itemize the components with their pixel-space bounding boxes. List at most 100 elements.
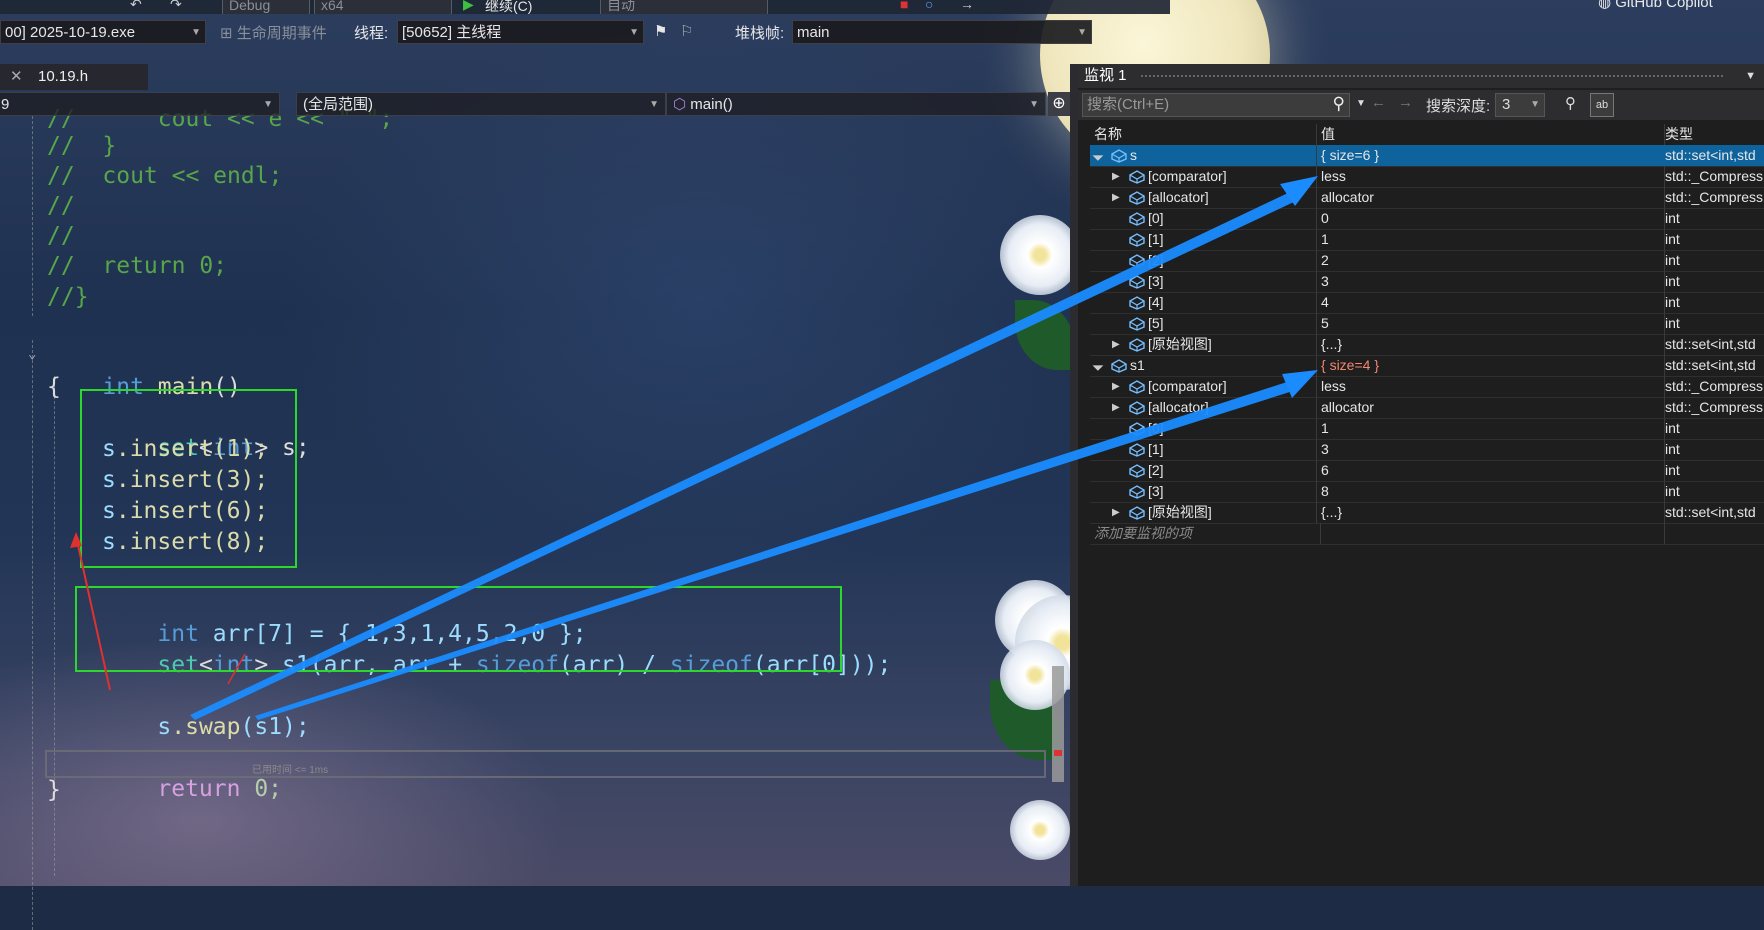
watch-cell-name[interactable]: ▶ [原始视图]	[1090, 502, 1317, 523]
watch-cell-name[interactable]: [1]	[1090, 439, 1317, 460]
lifecycle-events-label[interactable]: ⊞ 生命周期事件	[220, 22, 327, 43]
continue-button[interactable]: 继续(C)	[485, 0, 532, 14]
expand-arrow-icon[interactable]: ▶	[1112, 187, 1120, 208]
watch-cell-name[interactable]: ▶ [comparator]	[1090, 166, 1317, 187]
watch-row[interactable]: [2] 2 int	[1090, 250, 1764, 272]
watch-row[interactable]: ▶ [comparator] less std::_Compress	[1090, 376, 1764, 398]
play-icon[interactable]: ▶	[463, 0, 474, 13]
watch-cell-name[interactable]: ◢ s	[1090, 145, 1317, 166]
watch-row[interactable]: [5] 5 int	[1090, 313, 1764, 335]
watch-cell-value[interactable]: {...}	[1317, 334, 1665, 355]
watch-cell-name[interactable]: ▶ [allocator]	[1090, 397, 1317, 418]
add-watch-input[interactable]: 添加要监视的项	[1090, 523, 1321, 544]
watch-cell-name[interactable]: ▶ [comparator]	[1090, 376, 1317, 397]
scope-dropdown[interactable]: (全局范围) ▼	[296, 92, 666, 116]
watch-cell-name[interactable]: [3]	[1090, 481, 1317, 502]
watch-row[interactable]: [1] 1 int	[1090, 229, 1764, 251]
redo-icon[interactable]: ↷	[170, 0, 182, 13]
close-icon[interactable]: ✕	[10, 64, 23, 90]
hex-display-icon[interactable]: ab	[1590, 93, 1614, 117]
watch-cell-value[interactable]: 2	[1317, 250, 1665, 271]
watch-cell-value[interactable]: {...}	[1317, 502, 1665, 523]
watch-cell-name[interactable]: ▶ [原始视图]	[1090, 334, 1317, 355]
tab-10-19-h[interactable]: ✕ 10.19.h	[0, 64, 148, 90]
watch-cell-value[interactable]: allocator	[1317, 397, 1665, 418]
watch-cell-value[interactable]: 4	[1317, 292, 1665, 313]
flag-threads-icon[interactable]: ⚐	[680, 22, 693, 40]
pin-icon[interactable]: ⚲	[1565, 94, 1576, 112]
config-dropdown[interactable]: Debug	[222, 0, 310, 14]
watch-row[interactable]: [4] 4 int	[1090, 292, 1764, 314]
watch-row[interactable]: [2] 6 int	[1090, 460, 1764, 482]
watch-cell-name[interactable]: [3]	[1090, 271, 1317, 292]
watch-cell-value[interactable]: { size=6 }	[1317, 145, 1665, 166]
add-watch-row[interactable]: 添加要监视的项	[1090, 523, 1764, 545]
watch-row[interactable]: [0] 1 int	[1090, 418, 1764, 440]
watch-cell-value[interactable]: 1	[1317, 229, 1665, 250]
watch-cell-name[interactable]: ◢ s1	[1090, 355, 1317, 376]
stop-icon[interactable]: ■	[900, 0, 908, 12]
platform-dropdown[interactable]: x64	[314, 0, 452, 14]
watch-cell-value[interactable]: 1	[1317, 418, 1665, 439]
watch-row[interactable]: ▶ [allocator] allocator std::_Compress	[1090, 397, 1764, 419]
window-menu-icon[interactable]: ▼	[1745, 64, 1756, 88]
collapse-icon[interactable]: ⌄	[28, 346, 36, 362]
expand-arrow-icon[interactable]: ▶	[1112, 376, 1120, 397]
watch-cell-value[interactable]: { size=4 }	[1317, 355, 1665, 376]
watch-row[interactable]: [3] 3 int	[1090, 271, 1764, 293]
watch-cell-value[interactable]: allocator	[1317, 187, 1665, 208]
function-dropdown[interactable]: ⬡ main() ▼	[666, 92, 1046, 116]
auto-dropdown[interactable]: 自动	[600, 0, 768, 14]
collapse-arrow-icon[interactable]: ◢	[1090, 355, 1108, 375]
watch-row[interactable]: ▶ [原始视图] {...} std::set<int,std	[1090, 502, 1764, 524]
column-header-value[interactable]: 值	[1317, 124, 1665, 145]
watch-cell-value[interactable]: 3	[1317, 439, 1665, 460]
split-editor-icon[interactable]: ⊕	[1048, 92, 1070, 116]
watch-cell-value[interactable]: 0	[1317, 208, 1665, 229]
process-dropdown[interactable]: 00] 2025-10-19.exe ▼	[0, 20, 206, 44]
watch-cell-name[interactable]: [2]	[1090, 250, 1317, 271]
search-icon[interactable]: ⚲	[1333, 93, 1345, 115]
watch-row[interactable]: ▶ [原始视图] {...} std::set<int,std	[1090, 334, 1764, 356]
step-over-icon[interactable]: →	[960, 0, 974, 12]
watch-cell-name[interactable]: ▶ [allocator]	[1090, 187, 1317, 208]
watch-cell-value[interactable]: 6	[1317, 460, 1665, 481]
watch-row[interactable]: ◢ s1{ size=4 } std::set<int,std	[1090, 355, 1764, 377]
column-header-type[interactable]: 类型	[1661, 124, 1764, 145]
watch-cell-value[interactable]: 8	[1317, 481, 1665, 502]
watch-cell-name[interactable]: [5]	[1090, 313, 1317, 334]
watch-row[interactable]: [1] 3 int	[1090, 439, 1764, 461]
watch-cell-value[interactable]: less	[1317, 376, 1665, 397]
watch-cell-value[interactable]: 5	[1317, 313, 1665, 334]
watch-cell-value[interactable]: less	[1317, 166, 1665, 187]
watch-cell-name[interactable]: [2]	[1090, 460, 1317, 481]
forward-arrow-icon[interactable]: →	[1398, 94, 1413, 111]
search-options-icon[interactable]: ▼	[1356, 98, 1366, 109]
watch-row[interactable]: ◢ s{ size=6 } std::set<int,std	[1090, 145, 1764, 167]
watch-cell-name[interactable]: [4]	[1090, 292, 1317, 313]
expand-arrow-icon[interactable]: ▶	[1112, 397, 1120, 418]
undo-icon[interactable]: ↶	[130, 0, 142, 13]
collapse-arrow-icon[interactable]: ◢	[1090, 145, 1108, 165]
search-depth-dropdown[interactable]: 3 ▼	[1495, 93, 1545, 117]
watch-cell-name[interactable]: [0]	[1090, 418, 1317, 439]
watch-cell-name[interactable]: [1]	[1090, 229, 1317, 250]
back-arrow-icon[interactable]: ←	[1371, 94, 1386, 111]
stack-frame-dropdown[interactable]: main ▼	[792, 20, 1092, 44]
expand-arrow-icon[interactable]: ▶	[1112, 502, 1120, 523]
restart-icon[interactable]: ○	[925, 0, 933, 12]
watch-row[interactable]: ▶ [comparator] less std::_Compress	[1090, 166, 1764, 188]
github-copilot-button[interactable]: ◍ GitHub Copilot	[1598, 0, 1713, 11]
column-header-name[interactable]: 名称	[1090, 124, 1317, 145]
project-dropdown[interactable]: 9 ▼	[0, 92, 280, 116]
watch-cell-name[interactable]: [0]	[1090, 208, 1317, 229]
expand-arrow-icon[interactable]: ▶	[1112, 334, 1120, 355]
thread-dropdown[interactable]: [50652] 主线程 ▼	[397, 20, 644, 44]
watch-cell-value[interactable]: 3	[1317, 271, 1665, 292]
panel-splitter[interactable]	[1070, 64, 1078, 886]
watch-row[interactable]: ▶ [allocator] allocator std::_Compress	[1090, 187, 1764, 209]
scrollbar-thumb[interactable]	[1052, 666, 1064, 782]
watch-search-input[interactable]: 搜索(Ctrl+E) ⚲	[1082, 93, 1350, 117]
watch-row[interactable]: [3] 8 int	[1090, 481, 1764, 503]
watch-title-bar[interactable]: 监视 1 ▼	[1078, 64, 1764, 88]
